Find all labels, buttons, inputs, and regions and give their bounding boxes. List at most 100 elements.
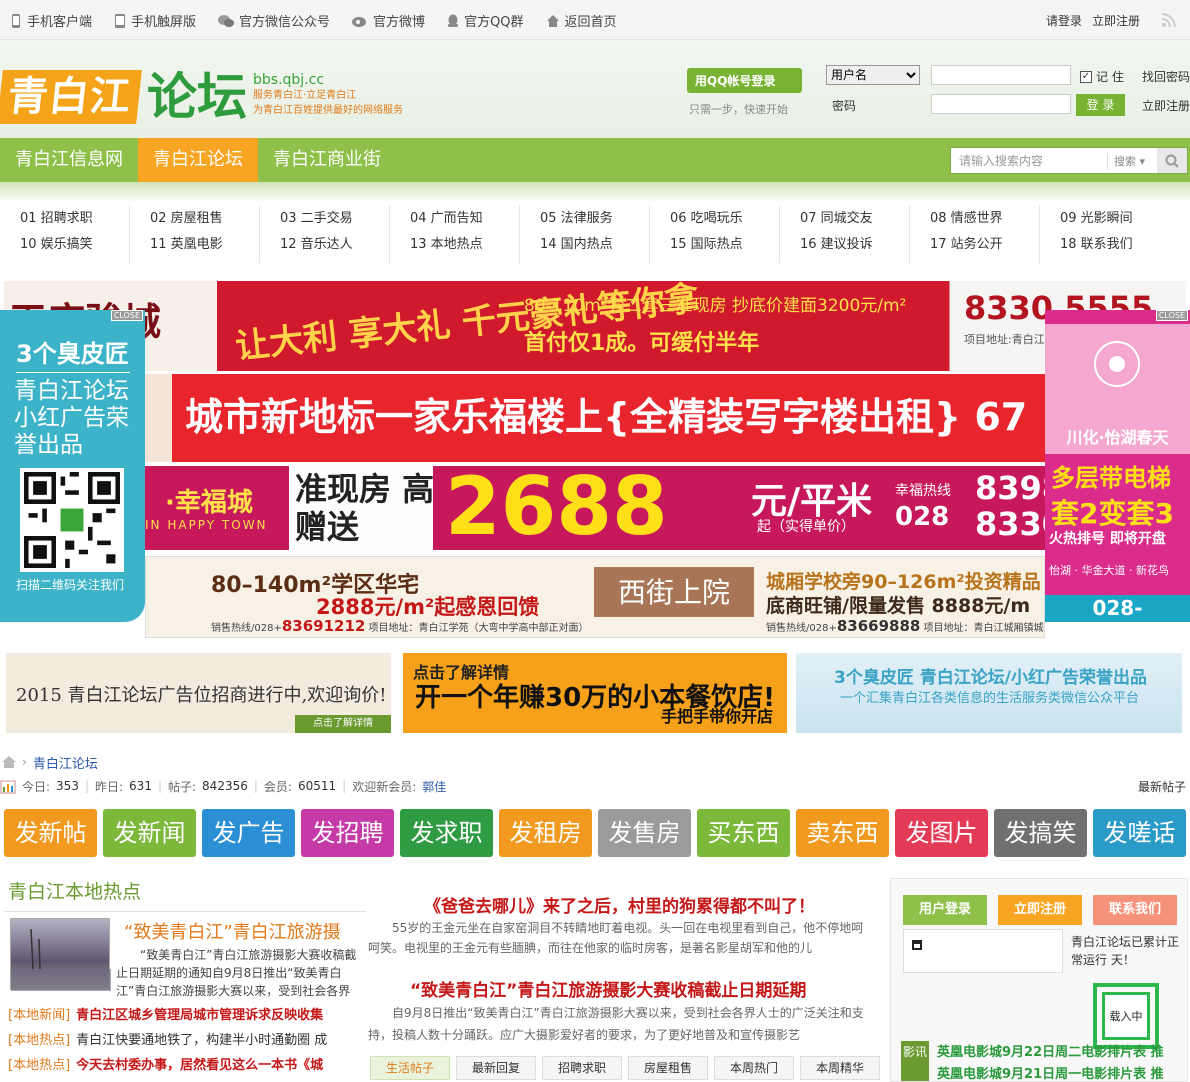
hot-news-tab[interactable]: 最新回复: [456, 1056, 536, 1080]
user-register-button[interactable]: 立即注册: [998, 895, 1082, 925]
category-link[interactable]: 11 英凰电影: [150, 233, 259, 257]
news-tag[interactable]: [本地新闻]: [8, 1008, 70, 1023]
movie-news-item-1[interactable]: 英凰电影城9月22日周二电影排片表 推: [937, 1041, 1164, 1060]
quick-post-button[interactable]: 发招聘: [301, 809, 394, 857]
category-link[interactable]: 06 吃喝玩乐: [670, 207, 779, 231]
contact-us-button[interactable]: 联系我们: [1093, 895, 1177, 925]
category-link[interactable]: 13 本地热点: [410, 233, 519, 257]
qq-group-link[interactable]: 官方QQ群: [447, 11, 524, 30]
login-link[interactable]: 请登录: [1046, 12, 1082, 29]
right-float-close-button[interactable]: CLOSE: [1155, 310, 1188, 321]
small-ad-2[interactable]: 点击了解详情 开一个年赚30万的小本餐饮店! 手把手带你开店: [403, 653, 787, 733]
newest-member-link[interactable]: 郭佳: [422, 778, 446, 795]
breadcrumb-forum-link[interactable]: 青白江论坛: [33, 753, 98, 772]
category-link[interactable]: 17 站务公开: [930, 233, 1039, 257]
category-link[interactable]: 03 二手交易: [280, 207, 389, 231]
category-link[interactable]: 05 法律服务: [540, 207, 649, 231]
hot-news-tab[interactable]: 生活帖子: [370, 1056, 450, 1080]
category-link[interactable]: 12 音乐达人: [280, 233, 389, 257]
ad-banner-2[interactable]: 城市新地标一家乐福楼上{全精装写字楼出租} 67: [145, 374, 1045, 462]
quick-post-button[interactable]: 发嗟话: [1093, 809, 1186, 857]
hot-news-tab[interactable]: 房屋租售: [628, 1056, 708, 1080]
username-input[interactable]: [931, 65, 1071, 85]
quick-post-button[interactable]: 发图片: [895, 809, 988, 857]
search-button[interactable]: [1157, 148, 1187, 173]
category-link[interactable]: 07 同城交友: [800, 207, 909, 231]
nav-tab-info[interactable]: 青白江信息网: [0, 138, 138, 182]
movie-news-item-2[interactable]: 英凰电影城9月21日周一电影排片表 推: [937, 1063, 1164, 1082]
quick-post-button[interactable]: 发新帖: [4, 809, 97, 857]
username-type-select[interactable]: 用户名: [826, 65, 920, 85]
qq-login-button[interactable]: 用QQ帐号登录: [687, 68, 802, 93]
quick-post-button[interactable]: 发新闻: [103, 809, 196, 857]
login-button[interactable]: 登 录: [1076, 94, 1125, 116]
b1-line1: 80-110m²套二套三准现房 抄底价建面3200元/m²: [524, 296, 907, 316]
right-float-ad[interactable]: CLOSE 川化·怡湖春天 多层带电梯 套2变套3 火热排号 即将开盘 怡湖 ·…: [1045, 310, 1190, 647]
news-tag[interactable]: [本地热点]: [8, 1033, 70, 1048]
category-link[interactable]: 01 招聘求职: [20, 207, 129, 231]
wechat-link[interactable]: 官方微信公众号: [218, 11, 330, 30]
category-link[interactable]: 10 娱乐搞笑: [20, 233, 129, 257]
quick-post-button[interactable]: 发广告: [202, 809, 295, 857]
mobile-client-link[interactable]: 手机客户端: [10, 11, 92, 30]
quick-post-button[interactable]: 发售房: [598, 809, 691, 857]
hot-news-tab[interactable]: 招聘求职: [542, 1056, 622, 1080]
news-row[interactable]: [本地新闻] 青白江区城乡管理局城市管理诉求反映收集: [8, 1004, 366, 1028]
top-bar: 手机客户端 手机触屏版 官方微信公众号 官方微博 官方QQ群 返回首页 请登录 …: [0, 0, 1190, 40]
password-input[interactable]: [931, 94, 1071, 114]
right-float-image: 川化·怡湖春天: [1045, 324, 1190, 454]
home-link[interactable]: 返回首页: [546, 11, 617, 30]
left-float-ad[interactable]: CLOSE 3个臭皮匠 青白江论坛小红广告荣誉出品 扫描二维码关注我们: [0, 310, 145, 622]
touch-version-link[interactable]: 手机触屏版: [114, 11, 196, 30]
quick-post-button[interactable]: 发求职: [400, 809, 493, 857]
rss-icon[interactable]: [1160, 11, 1178, 29]
category-link[interactable]: 14 国内热点: [540, 233, 649, 257]
user-login-button[interactable]: 用户登录: [903, 895, 987, 925]
register-link[interactable]: 立即注册: [1092, 12, 1140, 29]
hot-news-panel: 《爸爸去哪儿》来了之后，村里的狗累得都不叫了！ 55岁的王金元坐在自家窑洞目不转…: [368, 878, 880, 1082]
category-link[interactable]: 18 联系我们: [1060, 233, 1170, 257]
ad-banner-3[interactable]: ·幸福城 IN HAPPY TOWN 准现房 高赠送 2688 元/平米 起（实…: [145, 466, 1045, 550]
site-logo[interactable]: 青白江 论坛 bbs.qbj.cc 服务青白江·立足青白江 为青白江百姓提供最好…: [0, 70, 403, 124]
left-float-text: 青白江论坛小红广告荣誉出品: [14, 378, 129, 458]
news-title[interactable]: 今天去村委办事，居然看见这么一本书《城: [76, 1058, 323, 1073]
nav-tab-business[interactable]: 青白江商业街: [258, 138, 396, 182]
home-icon[interactable]: [2, 756, 16, 768]
weibo-link[interactable]: 官方微博: [352, 11, 425, 30]
hot-headline-2[interactable]: “致美青白江”青白江旅游摄影大赛收稿截止日期延期: [410, 976, 806, 1001]
news-row[interactable]: [本地热点] 青白江快要通地铁了，构建半小时通勤圈 成: [8, 1029, 366, 1053]
find-password-link[interactable]: 找回密码: [1142, 68, 1190, 85]
category-link[interactable]: 15 国际热点: [670, 233, 779, 257]
small-ad-1[interactable]: 2015 青白江论坛广告位招商进行中,欢迎询价! 点击了解详情: [6, 653, 391, 733]
hot-news-tab[interactable]: 本周精华: [800, 1056, 880, 1080]
hot-news-tab[interactable]: 本周热门: [714, 1056, 794, 1080]
news-tag[interactable]: [本地热点]: [8, 1058, 70, 1073]
ad-banner-4[interactable]: 80–140m²学区华宅 2888元/m²起感恩回馈 销售热线/028+8369…: [145, 556, 1045, 638]
quick-post-button[interactable]: 发租房: [499, 809, 592, 857]
ad-banner-1[interactable]: 天府骏城 让大利 享大礼 千元豪礼等你拿 80-110m²套二套三准现房 抄底价…: [4, 281, 1186, 371]
category-link[interactable]: 08 情感世界: [930, 207, 1039, 231]
category-link[interactable]: 02 房屋租售: [150, 207, 259, 231]
category-link[interactable]: 16 建议投诉: [800, 233, 909, 257]
news-row[interactable]: [本地热点] 今天去村委办事，居然看见这么一本书《城: [8, 1054, 366, 1078]
feature-thumbnail[interactable]: [10, 918, 111, 991]
left-float-close-button[interactable]: CLOSE: [110, 310, 143, 321]
quick-post-button[interactable]: 卖东西: [796, 809, 889, 857]
news-title[interactable]: 青白江区城乡管理局城市管理诉求反映收集: [76, 1008, 323, 1023]
nav-tab-forum[interactable]: 青白江论坛: [138, 138, 258, 182]
search-type-select[interactable]: 搜索 ▾: [1107, 152, 1157, 169]
quick-post-button[interactable]: 发搞笑: [994, 809, 1087, 857]
remember-checkbox[interactable]: ✓ 记 住: [1080, 68, 1140, 85]
quick-post-button[interactable]: 买东西: [697, 809, 790, 857]
latest-posts-link[interactable]: 最新帖子: [1138, 778, 1186, 795]
b4-name: 西街上院: [594, 567, 754, 617]
register-link-header[interactable]: 立即注册: [1142, 97, 1190, 114]
small-ad-3[interactable]: 3个臭皮匠 青白江论坛/小红广告荣誉出品 一个汇集青白江各类信息的生活服务类微信…: [796, 653, 1182, 733]
hot-headline-1[interactable]: 《爸爸去哪儿》来了之后，村里的狗累得都不叫了！: [424, 892, 815, 917]
news-title[interactable]: 青白江快要通地铁了，构建半小时通勤圈 成: [76, 1033, 327, 1048]
divider: |: [157, 779, 162, 793]
category-link[interactable]: 09 光影瞬间: [1060, 207, 1170, 231]
feature-title[interactable]: “致美青白江”青白江旅游摄: [124, 918, 374, 944]
search-input[interactable]: 请输入搜索内容: [951, 152, 1107, 169]
category-link[interactable]: 04 广而告知: [410, 207, 519, 231]
